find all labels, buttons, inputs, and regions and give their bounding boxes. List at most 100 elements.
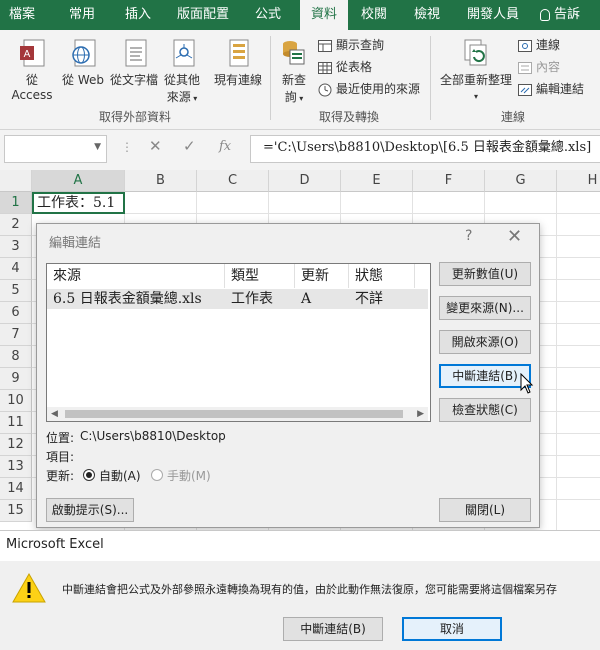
new-query-button[interactable]: 新查 詢 ▾ [274,38,314,105]
tab-home[interactable]: 常用 [58,0,106,30]
column-header-update[interactable]: 更新 [295,264,349,288]
tell-me-search[interactable]: 告訴我... [540,0,600,52]
column-header[interactable]: F [413,170,485,192]
show-queries-button[interactable]: 顯示查詢 [318,36,384,54]
link-type: 工作表 [231,291,273,307]
row-header[interactable]: 2 [0,214,32,236]
refresh-all-button[interactable]: 全部重新整理 ▾ [438,38,514,102]
link-source: 6.5 日報表金額彙總.xls [53,291,202,307]
chevron-down-icon[interactable]: ▼ [94,142,101,152]
confirm-message-box: Microsoft Excel 中斷連結會把公式及外部參照永遠轉換為現有的值，由… [0,530,600,650]
edit-links-button[interactable]: 編輯連結 [518,80,584,98]
connections-button[interactable]: 連線 [518,36,560,54]
row-header[interactable]: 1 [0,192,32,214]
column-header[interactable]: D [269,170,341,192]
tab-formulas[interactable]: 公式 [244,0,292,30]
sources-label: 來源 [166,90,191,104]
column-header[interactable]: G [485,170,557,192]
from-web-label: 從 Web [62,73,104,87]
row-header[interactable]: 6 [0,302,32,324]
close-dialog-button[interactable]: 關閉(L) [439,498,531,522]
row-header[interactable]: 5 [0,280,32,302]
break-link-button[interactable]: 中斷連結(B) [439,364,531,388]
row-header[interactable]: 14 [0,478,32,500]
show-queries-label: 顯示查詢 [336,38,385,52]
open-source-button[interactable]: 開啟來源(O) [439,330,531,354]
from-access-label: 從 Access [11,73,53,102]
row-header[interactable]: 9 [0,368,32,390]
message-text: 中斷連結會把公式及外部參照永遠轉換為現有的值，由於此動作無法復原，您可能需要將這… [62,583,557,596]
tab-developer[interactable]: 開發人員 [462,0,524,30]
auto-update-label[interactable]: 自動(A) [99,467,141,484]
manual-update-label[interactable]: 手動(M) [167,467,211,484]
row-header[interactable]: 11 [0,412,32,434]
web-icon [72,39,96,67]
chevron-down-icon: ▾ [296,94,304,103]
tab-page-layout[interactable]: 版面配置 [168,0,238,30]
check-status-button[interactable]: 檢查狀態(C) [439,398,531,422]
properties-icon [518,61,532,74]
horizontal-scrollbar[interactable]: ◀ ▶ [47,407,428,421]
select-all-corner[interactable] [0,170,32,192]
manual-update-radio[interactable] [151,469,163,481]
other-sources-icon [173,39,195,67]
column-header-type[interactable]: 類型 [225,264,295,288]
new-query-label-1: 新查 [281,73,306,87]
formula-bar: ▼ ⋮ ✕ ✓ fx ='C:\Users\b8810\Desktop\[6.5… [0,130,600,170]
tab-insert[interactable]: 插入 [114,0,162,30]
row-header[interactable]: 3 [0,236,32,258]
scroll-left-icon[interactable]: ◀ [51,407,58,421]
column-header[interactable]: A [32,170,125,192]
group-label-transform: 取得及轉換 [318,110,379,124]
chevron-down-icon: ▾ [190,94,198,103]
row-header[interactable]: 10 [0,390,32,412]
from-text-button[interactable]: 從文字檔 [106,38,162,88]
update-values-button[interactable]: 更新數值(U) [439,262,531,286]
svg-text:A: A [24,49,31,60]
tab-file[interactable]: 檔案 [0,0,44,30]
name-box[interactable]: ▼ [4,135,107,163]
tab-data[interactable]: 資料 [300,0,348,30]
cancel-icon[interactable]: ✕ [149,137,162,155]
formula-input[interactable]: ='C:\Users\b8810\Desktop\[6.5 日報表金額彙總.xl… [250,135,600,163]
group-label-connections: 連線 [500,110,525,124]
from-web-button[interactable]: 從 Web [60,38,106,88]
row-header[interactable]: 7 [0,324,32,346]
confirm-break-link-button[interactable]: 中斷連結(B) [283,617,383,641]
cancel-button[interactable]: 取消 [402,617,502,641]
startup-prompt-button[interactable]: 啟動提示(S)... [46,498,134,522]
links-list[interactable]: 來源 類型 更新 狀態 6.5 日報表金額彙總.xls 工作表 A 不詳 ◀ ▶ [46,263,431,422]
existing-connections-button[interactable]: 現有連線 [210,38,266,88]
column-header-status[interactable]: 狀態 [349,264,415,288]
row-header[interactable]: 13 [0,456,32,478]
column-header[interactable]: H [557,170,600,192]
column-header[interactable]: C [197,170,269,192]
item-label: 項目: [46,450,75,464]
row-header[interactable]: 4 [0,258,32,280]
recent-sources-button[interactable]: 最近使用的來源 [318,80,420,98]
row-header[interactable]: 8 [0,346,32,368]
row-header[interactable]: 12 [0,434,32,456]
row-header[interactable]: 15 [0,500,32,522]
column-header[interactable]: B [125,170,197,192]
close-icon[interactable]: ✕ [507,226,522,247]
column-header[interactable]: E [341,170,413,192]
more-options-icon: ⋮ [121,140,133,154]
help-icon[interactable]: ? [465,228,472,244]
scroll-right-icon[interactable]: ▶ [417,407,424,421]
cell-a1[interactable]: 工作表：5.1 [32,192,125,214]
scrollbar-thumb[interactable] [65,410,403,418]
enter-check-icon[interactable]: ✓ [183,137,196,155]
access-icon: A [20,39,45,67]
tab-review[interactable]: 校閱 [356,0,392,30]
tab-view[interactable]: 檢視 [408,0,446,30]
from-access-button[interactable]: A 從 Access [4,38,60,102]
change-source-button[interactable]: 變更來源(N)... [439,296,531,320]
from-table-button[interactable]: 從表格 [318,58,372,76]
auto-update-radio[interactable] [83,469,95,481]
properties-button[interactable]: 內容 [518,58,560,76]
column-header-source[interactable]: 來源 [47,264,225,288]
from-other-sources-button[interactable]: 從其他 來源 ▾ [160,38,204,105]
dialog-title: 編輯連結 [49,236,102,251]
insert-function-icon[interactable]: fx [219,139,231,154]
